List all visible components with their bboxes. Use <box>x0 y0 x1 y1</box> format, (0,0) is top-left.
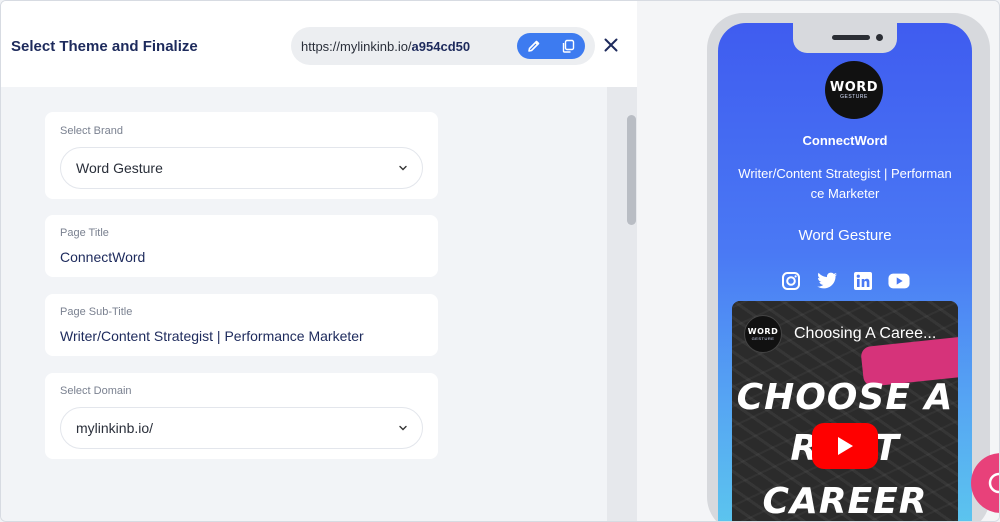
scrollbar-thumb[interactable] <box>627 115 636 225</box>
domain-label: Select Domain <box>60 385 132 397</box>
linkedin-link[interactable] <box>852 270 874 292</box>
preview-subtitle-line1: Writer/Content Strategist | Performan <box>738 166 952 181</box>
youtube-icon <box>888 273 910 289</box>
preview-subtitle-line2: ce Marketer <box>810 186 880 201</box>
channel-avatar: WORD GESTURE <box>744 315 782 353</box>
video-embed[interactable]: WORD GESTURE Choosing A Caree... CHOOSE … <box>732 301 958 522</box>
settings-panel: Select Theme and Finalize https://mylink… <box>1 1 637 521</box>
logo-text: WORD <box>829 79 879 95</box>
preview-subtitle: Writer/Content Strategist | Performan ce… <box>726 164 964 204</box>
logo-subtext: GESTURE <box>840 93 868 100</box>
brand-label: Select Brand <box>60 125 123 137</box>
copy-url-button[interactable] <box>551 33 585 59</box>
preview-brand: Word Gesture <box>798 227 892 244</box>
page-title: Select Theme and Finalize <box>11 38 198 55</box>
close-icon <box>604 38 618 52</box>
domain-select[interactable]: mylinkinb.io/ <box>60 407 423 449</box>
page-title-input[interactable]: ConnectWord <box>60 249 145 265</box>
url-bar: https://mylinkinb.io/a954cd50 <box>291 27 595 65</box>
video-text-line3: CAREER <box>762 481 928 522</box>
chevron-down-icon <box>399 165 407 171</box>
panel-header: Select Theme and Finalize https://mylink… <box>1 1 637 87</box>
url-actions <box>517 33 585 59</box>
video-title: Choosing A Caree... <box>794 325 937 342</box>
pencil-icon <box>528 40 540 52</box>
brand-card: Select Brand Word Gesture <box>45 112 438 199</box>
linkedin-icon <box>854 272 872 290</box>
video-text-line1: CHOOSE A <box>736 377 954 418</box>
page-subtitle-card: Page Sub-Title Writer/Content Strategist… <box>45 294 438 356</box>
close-button[interactable] <box>601 35 621 55</box>
page-title-card: Page Title ConnectWord <box>45 215 438 277</box>
phone-screen: WORD GESTURE ConnectWord Writer/Content … <box>718 23 972 522</box>
instagram-link[interactable] <box>780 270 802 292</box>
page-title-label: Page Title <box>60 227 109 239</box>
chat-icon <box>988 472 999 494</box>
page-subtitle-label: Page Sub-Title <box>60 306 133 318</box>
copy-icon <box>562 39 575 53</box>
phone-speaker <box>832 35 870 40</box>
brand-select-value: Word Gesture <box>76 160 163 176</box>
preview-name: ConnectWord <box>802 133 888 148</box>
social-links <box>780 270 910 292</box>
brand-select[interactable]: Word Gesture <box>60 147 423 189</box>
play-icon <box>838 437 853 455</box>
url-slug: a954cd50 <box>411 39 471 54</box>
phone-mockup: WORD GESTURE ConnectWord Writer/Content … <box>707 13 990 522</box>
app-frame: Select Theme and Finalize https://mylink… <box>0 0 1000 522</box>
url-prefix: https://mylinkinb.io/ <box>301 39 412 54</box>
chevron-down-icon <box>399 425 407 431</box>
play-button[interactable] <box>812 423 878 469</box>
twitter-link[interactable] <box>816 270 838 292</box>
page-subtitle-input[interactable]: Writer/Content Strategist | Performance … <box>60 328 364 344</box>
channel-logo-subtext: GESTURE <box>751 336 775 341</box>
url-text: https://mylinkinb.io/a954cd50 <box>301 39 470 54</box>
edit-url-button[interactable] <box>517 33 551 59</box>
preview-panel: WORD GESTURE ConnectWord Writer/Content … <box>637 1 999 522</box>
twitter-icon <box>817 272 838 289</box>
phone-camera <box>876 34 883 41</box>
domain-card: Select Domain mylinkinb.io/ <box>45 373 438 459</box>
brand-logo: WORD GESTURE <box>825 61 883 119</box>
channel-logo-text: WORD <box>747 327 779 336</box>
instagram-icon <box>782 272 800 290</box>
domain-select-value: mylinkinb.io/ <box>76 420 154 436</box>
youtube-link[interactable] <box>888 270 910 292</box>
